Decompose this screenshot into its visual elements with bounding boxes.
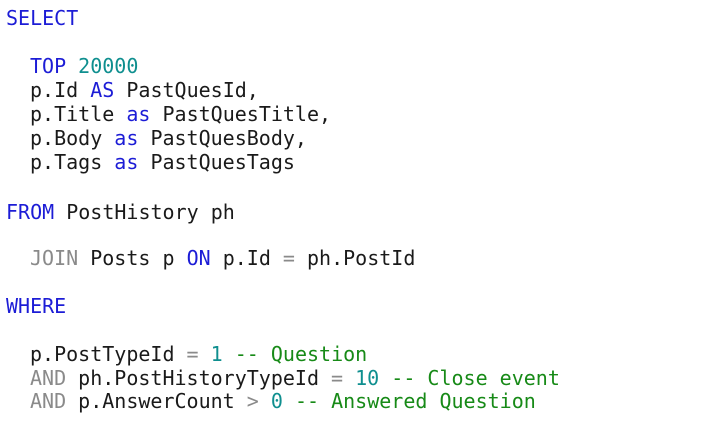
equals-operator: = — [331, 366, 344, 390]
equals-operator: = — [282, 246, 295, 270]
code-line-top: TOP 20000 — [30, 54, 138, 78]
as-keyword: AS — [90, 78, 115, 102]
condition-comment: -- Answered Question — [294, 389, 536, 413]
where-keyword: WHERE — [6, 294, 67, 318]
condition-expression: ph.PostHistoryTypeId — [78, 366, 319, 390]
on-keyword: ON — [186, 246, 211, 270]
condition-number: 0 — [270, 389, 283, 413]
code-line-column-id: p.Id AS PastQuesId, — [30, 78, 259, 102]
code-line-condition-historytype: AND ph.PostHistoryTypeId = 10 -- Close e… — [30, 366, 560, 390]
code-line-column-title: p.Title as PastQuesTitle, — [30, 102, 331, 126]
code-line-column-body: p.Body as PastQuesBody, — [30, 126, 307, 150]
from-table: PostHistory ph — [66, 200, 235, 224]
condition-number: 1 — [210, 342, 223, 366]
condition-comment: -- Close event — [391, 366, 560, 390]
and-keyword: AND — [30, 389, 67, 413]
code-line-from: FROM PostHistory ph — [6, 200, 235, 224]
condition-expression: p.AnswerCount — [78, 389, 235, 413]
column-alias: PastQuesTags — [150, 150, 295, 174]
as-keyword: as — [126, 102, 151, 126]
top-keyword: TOP — [30, 54, 67, 78]
code-line-condition-posttype: p.PostTypeId = 1 -- Question — [30, 342, 367, 366]
greater-than-operator: > — [246, 389, 259, 413]
code-line-where: WHERE — [6, 294, 66, 318]
column-alias: PastQuesId, — [126, 78, 259, 102]
sql-code-editor[interactable]: SELECT TOP 20000 p.Id AS PastQuesId, p.T… — [0, 0, 702, 423]
top-number: 20000 — [78, 54, 139, 78]
on-left-expression: p.Id — [222, 246, 271, 270]
as-keyword: as — [114, 150, 139, 174]
column-expression: p.Id — [30, 78, 79, 102]
column-expression: p.Tags — [30, 150, 103, 174]
equals-operator: = — [186, 342, 199, 366]
code-line-select: SELECT — [6, 6, 78, 30]
condition-comment: -- Question — [234, 342, 368, 366]
column-expression: p.Body — [30, 126, 103, 150]
as-keyword: as — [114, 126, 139, 150]
join-keyword: JOIN — [30, 246, 79, 270]
select-keyword: SELECT — [6, 6, 79, 30]
from-keyword: FROM — [6, 200, 55, 224]
and-keyword: AND — [30, 366, 67, 390]
column-alias: PastQuesBody, — [150, 126, 307, 150]
condition-number: 10 — [355, 366, 380, 390]
column-expression: p.Title — [30, 102, 115, 126]
code-line-join: JOIN Posts p ON p.Id = ph.PostId — [30, 246, 415, 270]
column-alias: PastQuesTitle, — [162, 102, 332, 126]
on-right-expression: ph.PostId — [307, 246, 416, 270]
code-line-column-tags: p.Tags as PastQuesTags — [30, 150, 295, 174]
code-line-condition-answercount: AND p.AnswerCount > 0 -- Answered Questi… — [30, 389, 536, 413]
condition-expression: p.PostTypeId — [30, 342, 175, 366]
join-table: Posts p — [90, 246, 175, 270]
